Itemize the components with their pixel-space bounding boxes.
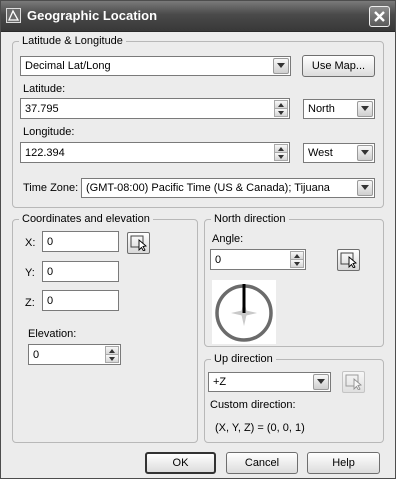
- chevron-down-icon: [313, 374, 329, 390]
- north-direction-group-label: North direction: [211, 213, 289, 225]
- y-value: 0: [47, 266, 54, 278]
- longitude-label: Longitude:: [23, 126, 75, 138]
- x-value: 0: [47, 236, 54, 248]
- y-label: Y:: [25, 267, 35, 279]
- up-direction-group-label: Up direction: [211, 353, 276, 365]
- pick-up-direction-button[interactable]: [342, 371, 365, 393]
- coordinates-group-label: Coordinates and elevation: [19, 213, 153, 225]
- spin-down-icon[interactable]: [105, 354, 119, 363]
- chevron-down-icon: [357, 145, 373, 161]
- angle-input[interactable]: 0: [210, 249, 306, 270]
- use-map-button[interactable]: Use Map...: [302, 55, 375, 77]
- timezone-select[interactable]: (GMT-08:00) Pacific Time (US & Canada); …: [81, 178, 375, 198]
- spin-down-icon[interactable]: [290, 259, 304, 268]
- z-field[interactable]: 0: [42, 290, 119, 311]
- elevation-input[interactable]: 0: [28, 344, 121, 365]
- chevron-down-icon: [273, 58, 289, 74]
- up-direction-select[interactable]: +Z: [208, 372, 331, 392]
- x-field[interactable]: 0: [42, 231, 119, 252]
- coordinate-format-select[interactable]: Decimal Lat/Long: [20, 56, 291, 76]
- spin-down-icon[interactable]: [274, 108, 288, 117]
- pick-point-icon: [345, 374, 363, 390]
- pick-angle-button[interactable]: [337, 249, 360, 271]
- geographic-location-dialog: Geographic Location Latitude & Longitude…: [0, 0, 396, 479]
- z-value: 0: [47, 295, 54, 307]
- elevation-label: Elevation:: [28, 328, 77, 340]
- chevron-down-icon: [357, 101, 373, 117]
- latitude-label: Latitude:: [23, 83, 66, 95]
- window-title: Geographic Location: [27, 8, 158, 23]
- z-label: Z:: [25, 297, 35, 309]
- coordinate-format-value: Decimal Lat/Long: [25, 60, 111, 72]
- longitude-input[interactable]: 122.394: [20, 142, 290, 163]
- chevron-down-icon: [357, 180, 373, 196]
- x-label: X:: [25, 237, 36, 249]
- angle-value: 0: [215, 254, 222, 266]
- app-icon: [6, 8, 21, 23]
- close-button[interactable]: [369, 6, 390, 27]
- latitude-direction-select[interactable]: North: [303, 99, 375, 119]
- pick-coordinates-button[interactable]: [127, 232, 150, 254]
- longitude-value: 122.394: [25, 147, 65, 159]
- up-direction-value: +Z: [213, 376, 227, 388]
- pick-point-icon: [340, 252, 358, 268]
- cancel-button[interactable]: Cancel: [226, 452, 298, 474]
- ok-button[interactable]: OK: [145, 452, 216, 474]
- spin-down-icon[interactable]: [274, 152, 288, 161]
- angle-label: Angle:: [212, 233, 244, 245]
- close-icon: [374, 11, 385, 22]
- pick-point-icon: [130, 235, 148, 251]
- compass-icon[interactable]: [212, 280, 276, 344]
- elevation-value: 0: [33, 349, 40, 361]
- help-button[interactable]: Help: [307, 452, 380, 474]
- longitude-direction-value: West: [308, 147, 333, 159]
- latitude-value: 37.795: [25, 103, 59, 115]
- custom-direction-label: Custom direction:: [210, 399, 296, 411]
- latitude-input[interactable]: 37.795: [20, 98, 290, 119]
- timezone-value: (GMT-08:00) Pacific Time (US & Canada); …: [86, 182, 330, 194]
- latitude-direction-value: North: [308, 103, 335, 115]
- title-bar: Geographic Location: [1, 1, 395, 32]
- latlong-group-label: Latitude & Longitude: [19, 35, 126, 47]
- custom-direction-value: (X, Y, Z) = (0, 0, 1): [215, 422, 305, 434]
- y-field[interactable]: 0: [42, 261, 119, 282]
- timezone-label: Time Zone:: [23, 182, 79, 194]
- longitude-direction-select[interactable]: West: [303, 143, 375, 163]
